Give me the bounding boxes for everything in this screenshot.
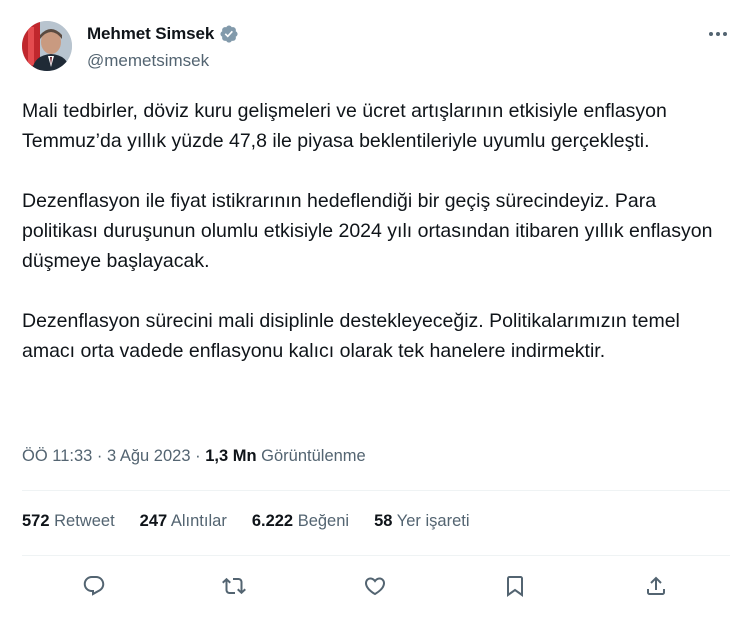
author-name-row[interactable]: Mehmet Simsek (87, 24, 239, 44)
verified-badge-icon[interactable] (219, 24, 239, 44)
tweet-meta: ÖÖ 11:33 · 3 Ağu 2023 · 1,3 Mn Görüntüle… (22, 447, 366, 466)
bookmarks-count: 58 (374, 512, 393, 530)
action-bar (0, 568, 749, 604)
divider (22, 490, 730, 491)
author-handle[interactable]: @memetsimsek (87, 51, 209, 71)
engagement-stats: 572 Retweet 247 Alıntılar 6.222 Beğeni 5… (22, 512, 470, 531)
quotes-label: Alıntılar (170, 512, 227, 530)
tweet-time[interactable]: ÖÖ 11:33 (22, 447, 92, 465)
retweets-stat[interactable]: 572 Retweet (22, 512, 115, 531)
retweets-count: 572 (22, 512, 50, 530)
tweet-text: Mali tedbirler, döviz kuru gelişmeleri v… (22, 96, 722, 366)
tweet-date[interactable]: 3 Ağu 2023 (107, 447, 191, 465)
quotes-stat[interactable]: 247 Alıntılar (140, 512, 227, 531)
likes-stat[interactable]: 6.222 Beğeni (252, 512, 349, 531)
meta-separator: · (96, 447, 103, 465)
likes-count: 6.222 (251, 512, 294, 530)
avatar[interactable] (22, 21, 72, 71)
share-icon[interactable] (638, 568, 674, 604)
profile-photo (22, 21, 72, 71)
like-icon[interactable] (357, 568, 393, 604)
bookmarks-label: Yer işareti (396, 512, 470, 530)
tweet-paragraph: Dezenflasyon ile fiyat istikrarının hede… (22, 190, 713, 272)
tweet-paragraph: Mali tedbirler, döviz kuru gelişmeleri v… (22, 100, 667, 152)
views-count: 1,3 Mn (205, 447, 257, 465)
tweet: Mehmet Simsek @memetsimsek Mali tedbirle… (0, 0, 749, 621)
retweets-label: Retweet (54, 512, 115, 530)
tweet-paragraph: Dezenflasyon sürecini mali disiplinle de… (22, 310, 680, 362)
reply-icon[interactable] (76, 568, 112, 604)
bookmarks-stat[interactable]: 58 Yer işareti (374, 512, 469, 531)
retweet-icon[interactable] (216, 568, 252, 604)
more-options-icon[interactable] (704, 22, 732, 46)
divider (22, 555, 730, 556)
bookmark-icon[interactable] (497, 568, 533, 604)
meta-separator: · (195, 447, 201, 465)
likes-label: Beğeni (297, 512, 350, 530)
views-label: Görüntülenme (261, 447, 366, 465)
author-name[interactable]: Mehmet Simsek (87, 24, 214, 44)
quotes-count: 247 (139, 512, 168, 530)
